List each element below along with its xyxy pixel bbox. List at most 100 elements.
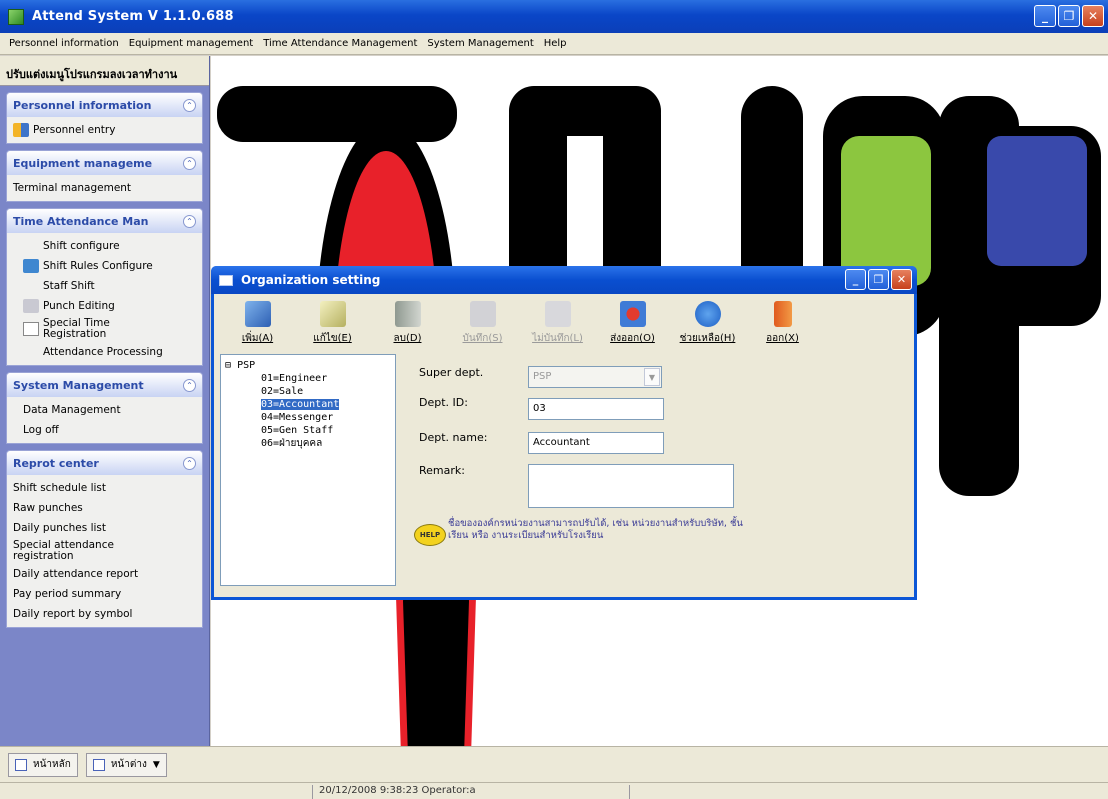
undo-icon <box>544 301 571 327</box>
nav-item-shift-schedule-list[interactable]: Shift schedule list <box>7 478 202 498</box>
nav-group-report-center: Reprot center ⌃ Shift schedule list Raw … <box>6 450 203 628</box>
dept-name-label: Dept. name: <box>419 431 488 444</box>
help-text: ชื่อขององค์กรหน่วยงานสามารถปรับได้, เช่น… <box>448 518 743 541</box>
add-button[interactable]: เพิ่ม(A) <box>220 301 295 346</box>
menu-time-attendance-management[interactable]: Time Attendance Management <box>258 38 422 49</box>
left-navigation-panel: ปรับแต่งเมนูโปรแกรมลงเวลาทำงาน Personnel… <box>0 56 210 746</box>
tree-node[interactable]: 01=Engineer <box>225 372 391 385</box>
nav-group-header[interactable]: Reprot center ⌃ <box>7 451 202 475</box>
nav-item-terminal-management[interactable]: Terminal management <box>7 178 202 198</box>
menu-personnel-information[interactable]: Personnel information <box>4 38 124 49</box>
nav-item-special-attendance-registration[interactable]: Special attendance registration <box>7 538 202 564</box>
window-grid-icon <box>92 758 105 771</box>
help-button[interactable]: ช่วยเหลือ(H) <box>670 301 745 346</box>
nav-group-title: Personnel information <box>13 98 152 112</box>
export-button[interactable]: ส่งออก(O) <box>595 301 670 346</box>
help-hint: HELP ชื่อขององค์กรหน่วยงานสามารถปรับได้,… <box>414 518 758 546</box>
super-dept-label: Super dept. <box>419 366 484 379</box>
dept-id-label: Dept. ID: <box>419 396 468 409</box>
nav-item-daily-report-by-symbol[interactable]: Daily report by symbol <box>7 604 202 624</box>
dept-name-field[interactable]: Accountant <box>528 432 664 454</box>
nav-group-time-attendance: Time Attendance Man ⌃ Shift configure Sh… <box>6 208 203 366</box>
tree-node[interactable]: 05=Gen Staff <box>225 424 391 437</box>
export-icon <box>619 301 646 327</box>
nav-item-daily-attendance-report[interactable]: Daily attendance report <box>7 564 202 584</box>
menu-system-management[interactable]: System Management <box>422 38 538 49</box>
dialog-minimize-button[interactable]: _ <box>845 269 866 290</box>
organization-setting-dialog: Organization setting _ ❐ ✕ เพิ่ม(A) แก้ไ… <box>211 266 917 600</box>
remark-label: Remark: <box>419 464 465 477</box>
tree-toggle-icon[interactable]: ⊟ <box>225 360 231 371</box>
nav-item-personnel-entry[interactable]: Personnel entry <box>7 120 202 140</box>
window-menu-button[interactable]: หน้าต่าง ▼ <box>85 752 167 777</box>
close-button[interactable]: ✕ <box>1082 5 1104 27</box>
nav-group-header[interactable]: Equipment manageme ⌃ <box>7 151 202 175</box>
help-icon <box>694 301 721 327</box>
chevron-down-icon[interactable]: ▼ <box>644 368 660 386</box>
help-badge-icon: HELP <box>414 524 446 546</box>
save-button[interactable]: บันทึก(S) <box>445 301 520 346</box>
status-bar: 20/12/2008 9:38:23 Operator:a <box>0 782 1108 799</box>
title-bar: Attend System V 1.1.0.688 _ ❐ ✕ <box>0 0 1108 33</box>
minimize-button[interactable]: _ <box>1034 5 1056 27</box>
nav-group-header[interactable]: System Management ⌃ <box>7 373 202 397</box>
nav-item-shift-configure[interactable]: Shift configure <box>7 236 202 256</box>
calendar-icon <box>23 259 39 273</box>
tree-node[interactable]: 04=Messenger <box>225 411 391 424</box>
nav-group-header[interactable]: Time Attendance Man ⌃ <box>7 209 202 233</box>
collapse-icon[interactable]: ⌃ <box>183 456 196 470</box>
edit-button[interactable]: แก้ไข(E) <box>295 301 370 346</box>
dialog-toolbar: เพิ่ม(A) แก้ไข(E) ลบ(D) บันทึก(S) ไม่บัน… <box>214 294 914 350</box>
dialog-title-bar[interactable]: Organization setting _ ❐ ✕ <box>211 266 917 294</box>
document-icon <box>23 322 39 336</box>
dropdown-arrow-icon: ▼ <box>152 759 160 770</box>
dialog-title: Organization setting <box>241 273 381 287</box>
tree-node-selected[interactable]: 03=Accountant <box>225 398 391 411</box>
collapse-icon[interactable]: ⌃ <box>183 98 196 112</box>
exit-button[interactable]: ออก(X) <box>745 301 820 346</box>
nav-item-special-time-registration[interactable]: Special Time Registration <box>7 316 202 342</box>
collapse-icon[interactable]: ⌃ <box>183 214 196 228</box>
dept-id-field[interactable]: 03 <box>528 398 664 420</box>
add-icon <box>244 301 271 327</box>
nav-group-title: Equipment manageme <box>13 156 153 170</box>
menu-equipment-management[interactable]: Equipment management <box>124 38 258 49</box>
window-icon <box>219 274 233 286</box>
nav-item-attendance-processing[interactable]: Attendance Processing <box>7 342 202 362</box>
dialog-close-button[interactable]: ✕ <box>891 269 912 290</box>
nav-group-title: System Management <box>13 378 144 392</box>
nav-group-title: Time Attendance Man <box>13 214 149 228</box>
nav-item-shift-rules-configure[interactable]: Shift Rules Configure <box>7 256 202 276</box>
nav-group-equipment: Equipment manageme ⌃ Terminal management <box>6 150 203 202</box>
department-tree[interactable]: ⊟ PSP 01=Engineer 02=Sale 03=Accountant … <box>220 354 396 586</box>
save-icon <box>469 301 496 327</box>
nav-item-staff-shift[interactable]: Staff Shift <box>7 276 202 296</box>
tree-root-node[interactable]: ⊟ PSP <box>225 359 391 372</box>
app-icon <box>8 8 24 25</box>
home-button[interactable]: หน้าหลัก <box>8 752 78 777</box>
nav-group-header[interactable]: Personnel information ⌃ <box>7 93 202 117</box>
nav-item-data-management[interactable]: Data Management <box>7 400 202 420</box>
remark-field[interactable] <box>528 464 734 508</box>
tree-node[interactable]: 06=ฝ่ายบุคคล <box>225 437 391 450</box>
personnel-icon <box>13 123 29 137</box>
maximize-button[interactable]: ❐ <box>1058 5 1080 27</box>
super-dept-select[interactable]: PSP ▼ <box>528 366 662 388</box>
menu-help[interactable]: Help <box>539 38 572 49</box>
collapse-icon[interactable]: ⌃ <box>183 378 196 392</box>
tree-node[interactable]: 02=Sale <box>225 385 391 398</box>
bottom-taskbar: หน้าหลัก หน้าต่าง ▼ <box>0 746 1108 782</box>
nav-group-system-management: System Management ⌃ Data Management Log … <box>6 372 203 444</box>
delete-button[interactable]: ลบ(D) <box>370 301 445 346</box>
nav-item-raw-punches[interactable]: Raw punches <box>7 498 202 518</box>
collapse-icon[interactable]: ⌃ <box>183 156 196 170</box>
nav-item-daily-punches-list[interactable]: Daily punches list <box>7 518 202 538</box>
home-icon <box>15 758 27 771</box>
nav-item-log-off[interactable]: Log off <box>7 420 202 440</box>
nav-item-pay-period-summary[interactable]: Pay period summary <box>7 584 202 604</box>
status-datetime-operator: 20/12/2008 9:38:23 Operator:a <box>312 785 630 799</box>
dialog-maximize-button[interactable]: ❐ <box>868 269 889 290</box>
nav-item-punch-editing[interactable]: Punch Editing <box>7 296 202 316</box>
cancel-save-button[interactable]: ไม่บันทึก(L) <box>520 301 595 346</box>
exit-door-icon <box>773 301 792 327</box>
